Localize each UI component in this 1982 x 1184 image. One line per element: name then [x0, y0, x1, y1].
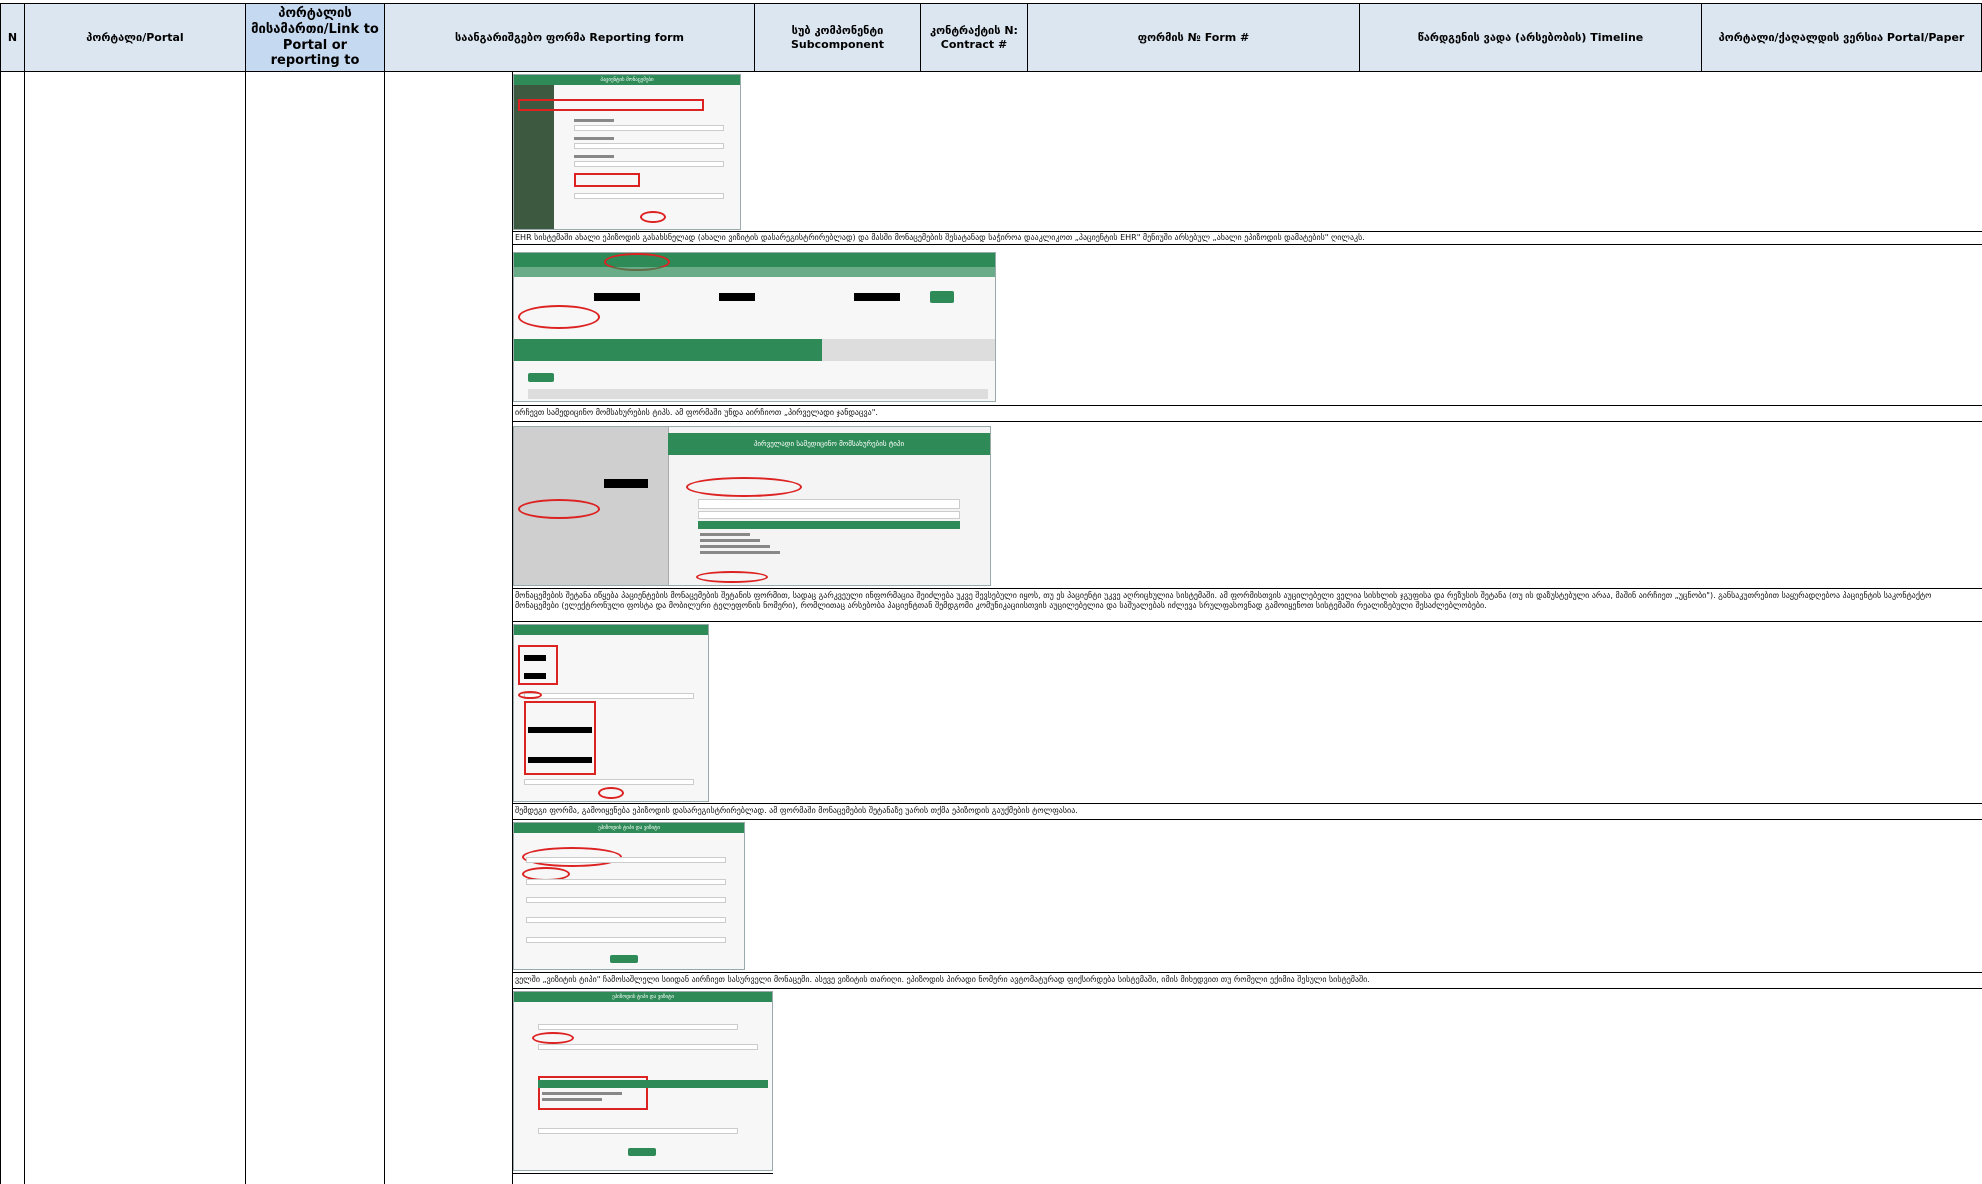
column-n — [0, 72, 25, 1184]
header-portal: პორტალი/Portal — [25, 4, 246, 72]
header-form-number: ფორმის № Form # — [1028, 4, 1360, 72]
spreadsheet: N პორტალი/Portal პორტალის მისამართი/Link… — [0, 0, 1982, 1184]
caption-service-type: ირჩევთ სამედიცინო მომსახურების ტიპს. ამ … — [515, 408, 878, 417]
screenshot-service-type-modal: პირველადი სამედიცინო მომსახურების ტიპი — [513, 426, 991, 586]
header-link: პორტალის მისამართი/Link to Portal or rep… — [246, 4, 385, 72]
screenshot-ehr-menu — [513, 252, 996, 402]
screenshot-visit-type-dropdown: ეპიზოდის ტიპი და ვიზიტი — [513, 991, 773, 1171]
screenshot-patient-form: პაციენტის მონაცემები — [513, 74, 741, 230]
column-link — [246, 72, 385, 1184]
service-type-modal-title: პირველადი სამედიცინო მომსახურების ტიპი — [668, 433, 990, 455]
caption-new-episode: EHR სისტემაში ახალი ეპიზოდის გასახსნელად… — [515, 233, 1365, 242]
header-contract: კონტრაქტის N: Contract # — [921, 4, 1028, 72]
header-subcomponent: სუბ კომპონენტი Subcomponent — [755, 4, 921, 72]
modal-title: პაციენტის მონაცემები — [514, 75, 740, 85]
header-n: N — [0, 4, 25, 72]
screenshot-episode-type: ეპიზოდის ტიპი და ვიზიტი — [513, 822, 745, 970]
caption-episode-form: შემდეგი ფორმა, გამოიყენება ეპიზოდის დასა… — [515, 806, 1078, 815]
caption-visit-type: ველში „ვიზიტის ტიპი" ჩამოსაშლელი სიიდან … — [515, 975, 1370, 984]
column-portal — [25, 72, 246, 1184]
header-timeline: წარდგენის ვადა (არსებობის) Timeline — [1360, 4, 1702, 72]
column-form-left — [385, 72, 513, 1184]
header-portal-paper: პორტალი/ქაღალდის ვერსია Portal/Paper — [1702, 4, 1982, 72]
visit-modal-title: ეპიზოდის ტიპი და ვიზიტი — [514, 992, 772, 1002]
screenshot-patient-details — [513, 624, 709, 802]
caption-patient-data: მონაცემების შეტანა იწყება პაციენტების მო… — [515, 591, 1932, 610]
episode-modal-title: ეპიზოდის ტიპი და ვიზიტი — [514, 823, 744, 833]
header-reporting-form: საანგარიშგებო ფორმა Reporting form — [385, 4, 755, 72]
